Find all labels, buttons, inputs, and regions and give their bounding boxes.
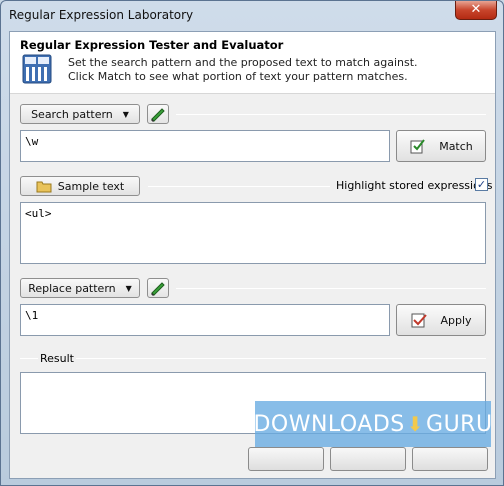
title-bar[interactable]: Regular Expression Laboratory ✕ [1, 1, 503, 31]
separator [176, 114, 486, 115]
app-window: Regular Expression Laboratory ✕ Regular … [0, 0, 504, 486]
header-panel: Regular Expression Tester and Evaluator … [10, 32, 495, 94]
pencil-icon [151, 282, 165, 296]
search-pattern-label: Search pattern [31, 107, 113, 121]
match-label: Match [439, 139, 473, 153]
folder-icon [36, 181, 52, 193]
sample-text-label: Sample text [57, 179, 125, 193]
pencil-icon [151, 108, 165, 122]
header-description-line2: Click Match to see what portion of text … [68, 70, 408, 83]
sample-text-button[interactable]: Sample text [20, 176, 140, 196]
highlight-stored-expressions-label: Highlight stored expressions [336, 179, 493, 192]
downloads-guru-watermark: DOWNLOADS ⬇ GURU [253, 401, 493, 447]
separator [20, 358, 486, 359]
result-label: Result [38, 352, 76, 365]
apply-label: Apply [440, 313, 472, 327]
edit-search-pattern-button[interactable] [147, 104, 169, 124]
close-icon: ✕ [470, 2, 482, 17]
search-pattern-dropdown[interactable]: Search pattern ▼ [20, 104, 140, 124]
replace-pattern-dropdown[interactable]: Replace pattern ▼ [20, 278, 140, 298]
highlight-stored-expressions-checkbox[interactable]: ✓ [475, 178, 488, 191]
regex-tool-icon [22, 54, 52, 84]
apply-button[interactable]: Apply [396, 304, 486, 336]
watermark-text-right: GURU [426, 411, 493, 437]
separator [176, 288, 486, 289]
header-description-line1: Set the search pattern and the proposed … [68, 56, 418, 69]
close-button[interactable]: ✕ [455, 1, 497, 20]
edit-replace-pattern-button[interactable] [147, 278, 169, 298]
chevron-down-icon: ▼ [122, 109, 129, 119]
replace-pattern-input[interactable]: \1 [20, 304, 390, 336]
dialog-button-2[interactable] [330, 447, 406, 471]
download-arrow-icon: ⬇ [406, 412, 425, 436]
match-button[interactable]: Match [396, 130, 486, 162]
search-pattern-input[interactable]: \w [20, 130, 390, 162]
separator [148, 186, 330, 187]
replace-pattern-label: Replace pattern [28, 281, 116, 295]
header-title: Regular Expression Tester and Evaluator [20, 38, 284, 52]
chevron-down-icon: ▼ [125, 283, 132, 293]
watermark-text-left: DOWNLOADS [253, 411, 405, 437]
apply-icon [411, 313, 428, 328]
window-title: Regular Expression Laboratory [9, 8, 194, 22]
match-icon [410, 139, 425, 154]
sample-text-area[interactable]: <ul> [20, 202, 486, 264]
dialog-button-1[interactable] [248, 447, 324, 471]
dialog-button-3[interactable] [412, 447, 488, 471]
check-icon: ✓ [476, 178, 487, 191]
